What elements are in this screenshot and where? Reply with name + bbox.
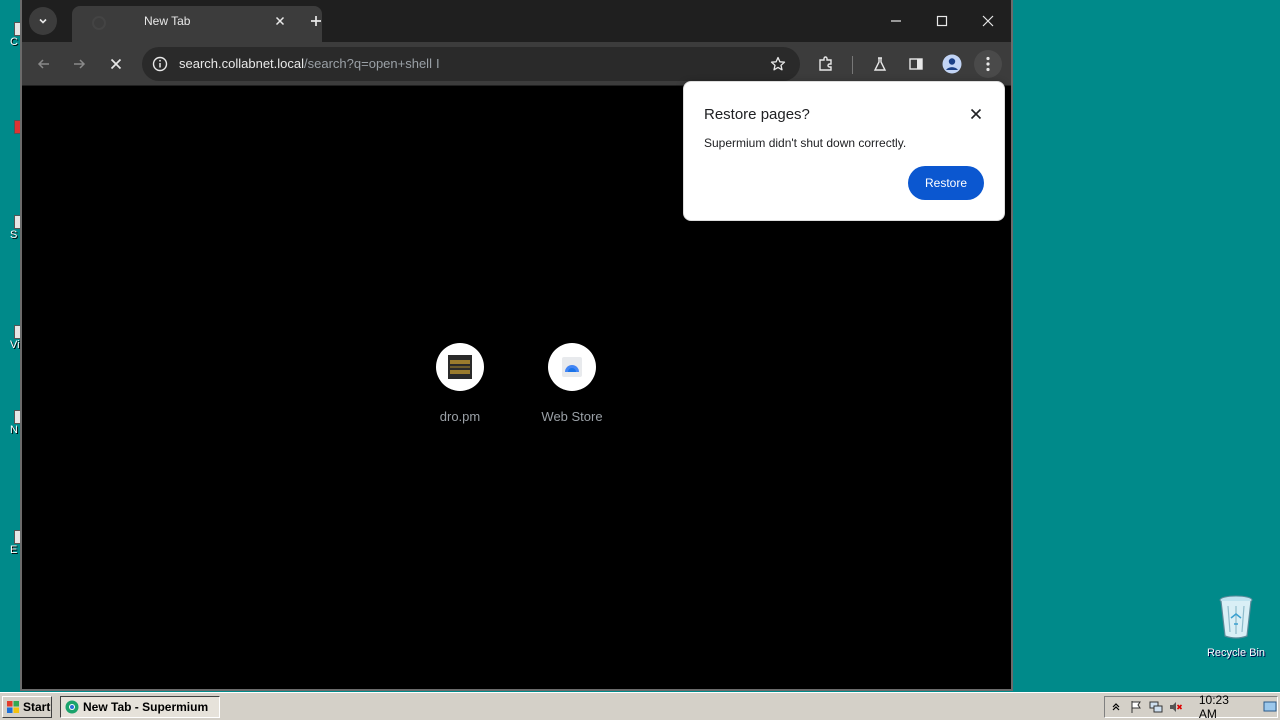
profile-button[interactable] [938,50,966,78]
desktop-icon-fragment[interactable]: E [0,530,22,556]
kebab-menu-icon [986,56,990,72]
bookmark-button[interactable] [768,54,788,74]
shortcut-icon-circle [548,343,596,391]
speaker-muted-icon [1169,702,1182,712]
system-tray: 10:23 AM [1104,693,1278,720]
desktop-icon [1263,701,1277,712]
close-icon [275,16,285,26]
tab-title: New Tab [144,14,191,28]
start-button[interactable]: Start [2,696,52,718]
plus-icon [311,16,321,26]
shortcut-dro-pm[interactable]: dro.pm [410,343,510,424]
desktop-icon-fragment[interactable] [0,120,22,134]
restore-button[interactable]: Restore [908,166,984,200]
url-path: /search?q=open+shell [304,56,432,71]
close-icon [982,15,994,27]
tab-close-button[interactable] [271,12,289,30]
recycle-bin-label: Recycle Bin [1206,647,1266,659]
extensions-button[interactable] [812,50,840,78]
stop-loading-button[interactable] [102,50,130,78]
avatar-icon [942,54,962,74]
labs-button[interactable] [866,50,894,78]
text-cursor-icon: I [435,56,440,71]
desktop-icon-fragment[interactable]: S [0,215,22,241]
arrow-left-icon [37,59,49,69]
taskbar: Start New Tab - Supermium 10:23 AM [0,692,1280,720]
maximize-button[interactable] [928,7,956,35]
tab-search-button[interactable] [29,7,57,35]
shortcut-web-store[interactable]: Web Store [522,343,622,424]
clock[interactable]: 10:23 AM [1199,693,1249,720]
arrow-right-icon [74,59,86,69]
star-icon [770,56,786,71]
flask-icon [873,57,887,71]
info-icon [152,56,168,72]
url-host: search.collabnet.local [179,56,305,71]
supermium-browser-icon [65,700,79,714]
dialog-title: Restore pages? [704,106,810,123]
address-bar[interactable]: search.collabnet.local/search?q=open+she… [142,47,800,81]
network-icon [1149,701,1163,713]
close-icon [970,108,982,120]
dialog-close-button[interactable] [966,104,986,124]
action-center-flag-icon[interactable] [1129,700,1143,714]
site-info-button[interactable] [150,54,170,74]
taskbar-window-item[interactable]: New Tab - Supermium [60,696,220,718]
chevron-down-icon [39,18,47,24]
shortcut-label: dro.pm [439,409,481,424]
forward-button[interactable] [65,50,93,78]
back-button[interactable] [30,50,58,78]
menu-button[interactable] [974,50,1002,78]
side-panel-button[interactable] [902,50,930,78]
puzzle-icon [819,56,832,71]
tab-new-tab[interactable]: New Tab [72,6,322,42]
shortcut-icon-circle [436,343,484,391]
chevron-up-icon [1112,703,1120,711]
title-bar: New Tab [22,0,1011,42]
toolbar: search.collabnet.local/search?q=open+she… [22,42,1011,86]
close-window-button[interactable] [974,7,1002,35]
shortcut-label: Web Store [541,409,603,424]
dialog-message: Supermium didn't shut down correctly. [704,136,907,150]
toolbar-divider [852,56,853,74]
web-store-icon [562,357,582,377]
url-text[interactable]: search.collabnet.local/search?q=open+she… [179,56,440,71]
flag-icon [1131,701,1141,713]
volume-muted-icon[interactable] [1169,700,1183,714]
minimize-button[interactable] [882,7,910,35]
network-icon[interactable] [1149,700,1163,714]
taskbar-window-label: New Tab - Supermium [83,700,209,714]
start-label: Start [23,700,51,714]
recycle-bin-desktop-icon[interactable]: Recycle Bin [1200,594,1272,659]
show-desktop-button[interactable] [1263,700,1277,714]
new-tab-button[interactable] [303,8,329,34]
recycle-bin-icon [1219,595,1253,639]
dro-pm-favicon-icon [448,355,472,379]
windows-logo-icon [7,701,19,713]
minimize-icon [891,20,901,22]
loading-spinner-icon [92,16,106,30]
desktop-icon-fragment[interactable]: Vi [0,325,22,351]
side-panel-icon [909,58,923,70]
desktop-icon-fragment[interactable]: N [0,410,22,436]
desktop-icon-fragment[interactable]: C [0,22,22,48]
close-icon [110,58,122,70]
show-hidden-icons-button[interactable] [1109,700,1123,714]
restore-pages-dialog: Restore pages? Supermium didn't shut dow… [683,81,1005,221]
maximize-icon [936,15,948,27]
